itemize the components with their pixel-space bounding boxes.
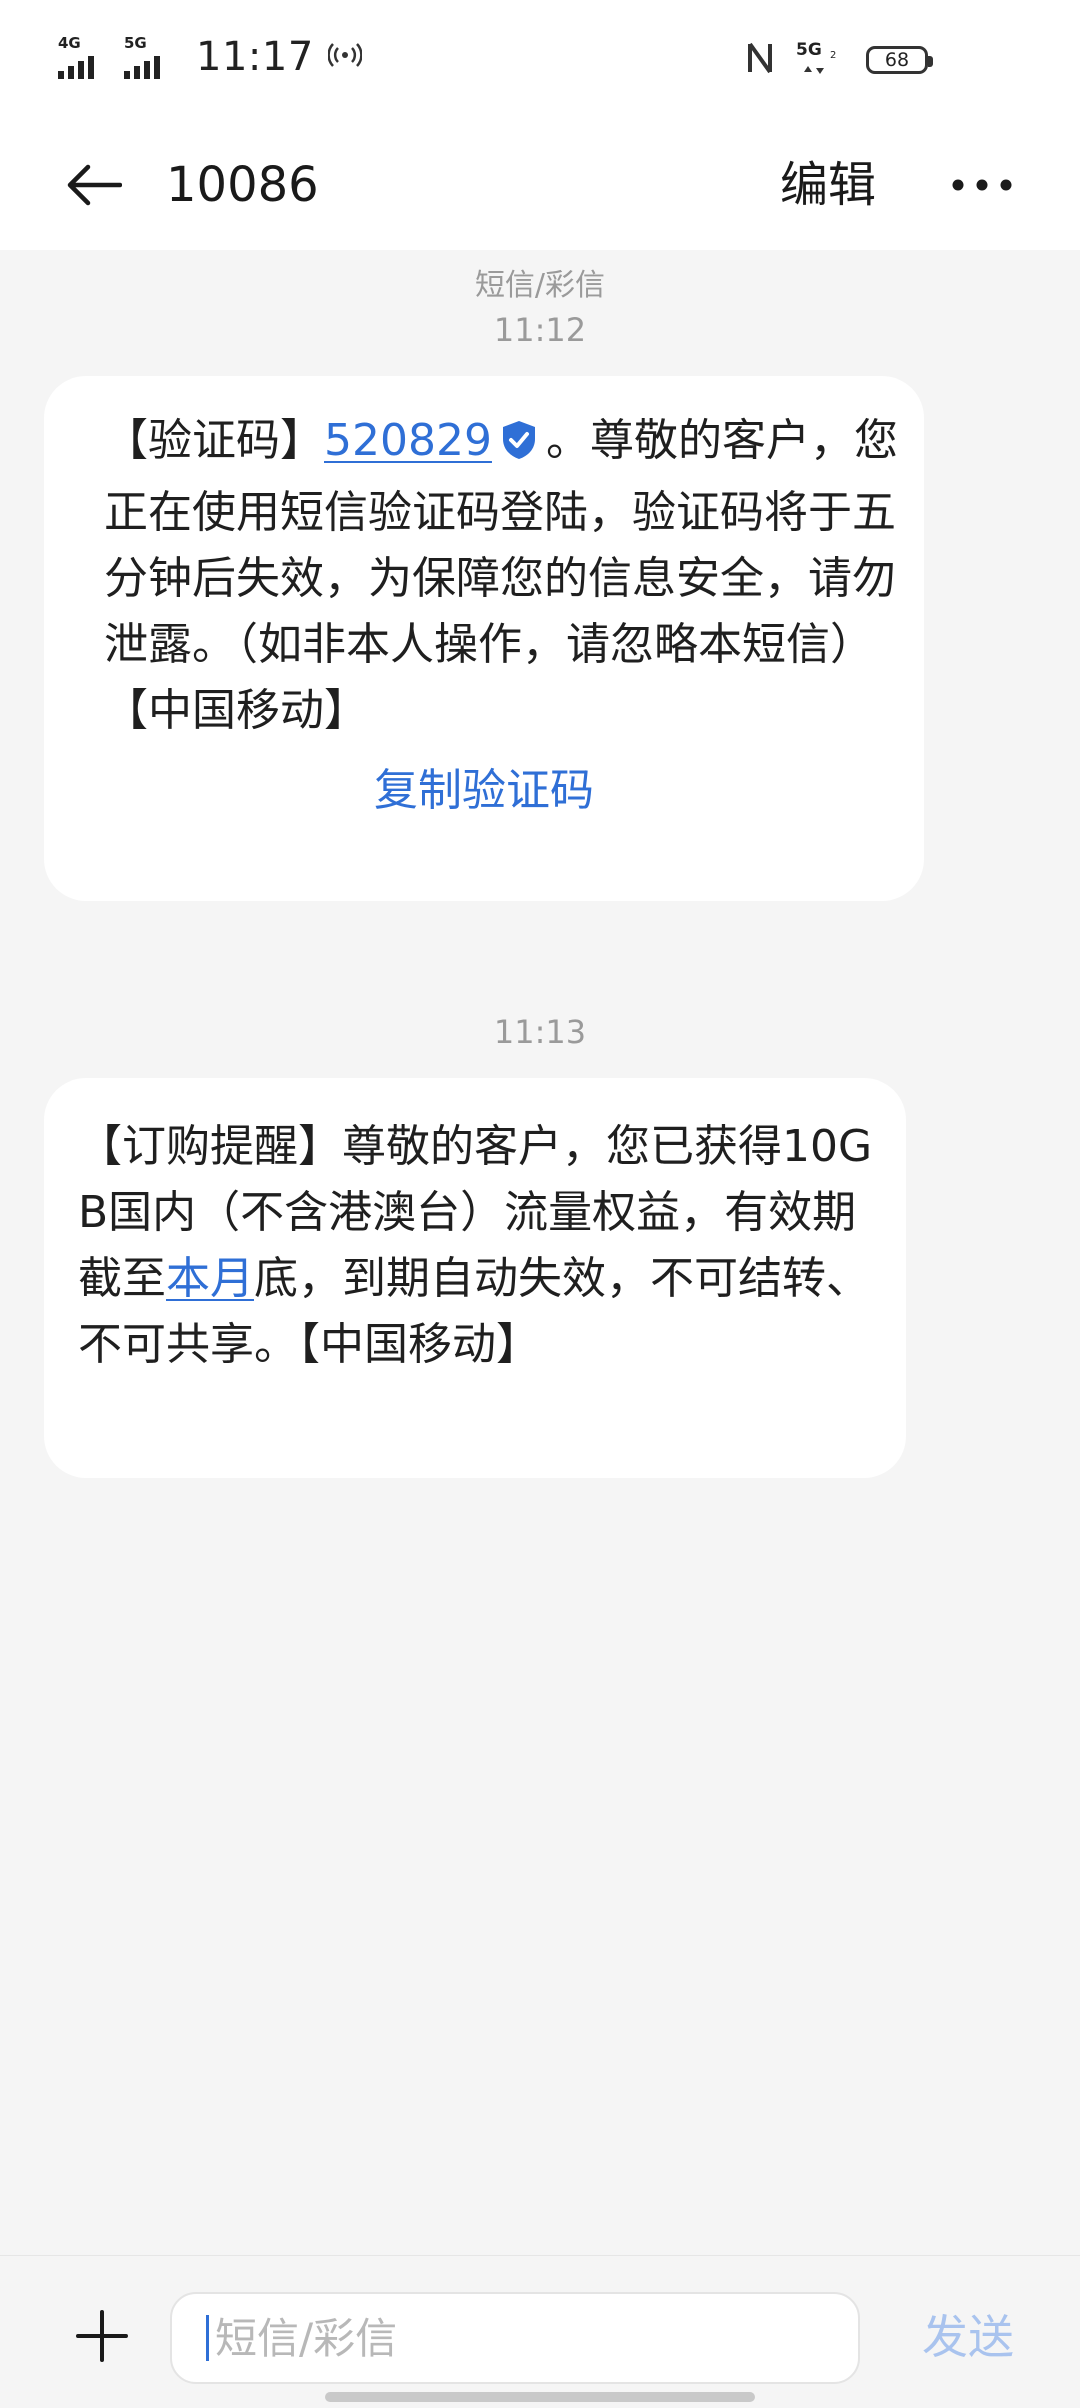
signal-5g-icon: 5G (124, 35, 180, 79)
composer-bar: 发送 (0, 2255, 1080, 2408)
send-button[interactable]: 发送 (922, 2302, 1014, 2372)
network-label-2: 5G (124, 34, 147, 52)
network-type: 5G (796, 40, 822, 60)
message-bubble[interactable]: 【验证码】520829 。尊敬的客户，您正在使用短信验证码登陆，验证码将于五分钟后… (44, 376, 924, 901)
add-attachment-button[interactable] (72, 2306, 132, 2366)
status-time: 11:17 (196, 34, 314, 80)
network-sub: 2 (830, 50, 837, 61)
5g-indicator: 5G 2 (796, 40, 836, 80)
shield-check-icon (498, 414, 540, 480)
network-label-1: 4G (58, 34, 81, 52)
arrow-left-icon (67, 164, 122, 206)
status-left: 4G 5G 11:17 (58, 34, 363, 80)
more-horizontal-icon (952, 179, 1012, 191)
message-text-before: 【验证码】 (104, 415, 324, 466)
message-text: 【验证码】520829 。尊敬的客户，您正在使用短信验证码登陆，验证码将于五分钟后… (104, 408, 924, 744)
message-input[interactable] (213, 2312, 817, 2364)
service-label: 短信/彩信 (474, 268, 606, 303)
status-right: 5G 2 68 (746, 40, 933, 80)
plus-icon (76, 2310, 128, 2362)
more-button[interactable] (950, 160, 1014, 210)
signal-4g-icon: 4G (58, 35, 114, 79)
date-link[interactable]: 本月 (166, 1253, 254, 1304)
nfc-icon (746, 40, 774, 80)
text-caret (206, 2315, 209, 2361)
battery-icon: 68 (866, 46, 933, 74)
message-time: 11:12 (493, 311, 587, 349)
message-bubble[interactable]: 【订购提醒】尊敬的客户，您已获得10GB国内（不含港澳台）流量权益，有效期截至本… (44, 1078, 906, 1478)
message-list[interactable]: 短信/彩信 11:12 【验证码】520829 。尊敬的客户，您正在使用短信验证码… (0, 250, 1080, 2250)
back-button[interactable] (62, 155, 126, 215)
message-text: 【订购提醒】尊敬的客户，您已获得10GB国内（不含港澳台）流量权益，有效期截至本… (78, 1114, 878, 1378)
contact-title: 10086 (166, 157, 319, 213)
home-indicator[interactable] (325, 2392, 755, 2402)
hotspot-icon (327, 40, 363, 74)
battery-level: 68 (884, 48, 910, 71)
message-input-box[interactable] (170, 2292, 860, 2384)
status-bar: 4G 5G 11:17 5G 2 68 (0, 0, 1080, 120)
conversation-header: 10086 编辑 (0, 120, 1080, 250)
data-arrows-icon (804, 66, 824, 74)
message-time: 11:13 (493, 1013, 587, 1051)
edit-button[interactable]: 编辑 (780, 150, 876, 220)
verification-code-link[interactable]: 520829 (324, 415, 492, 466)
copy-code-button[interactable]: 复制验证码 (44, 761, 924, 821)
